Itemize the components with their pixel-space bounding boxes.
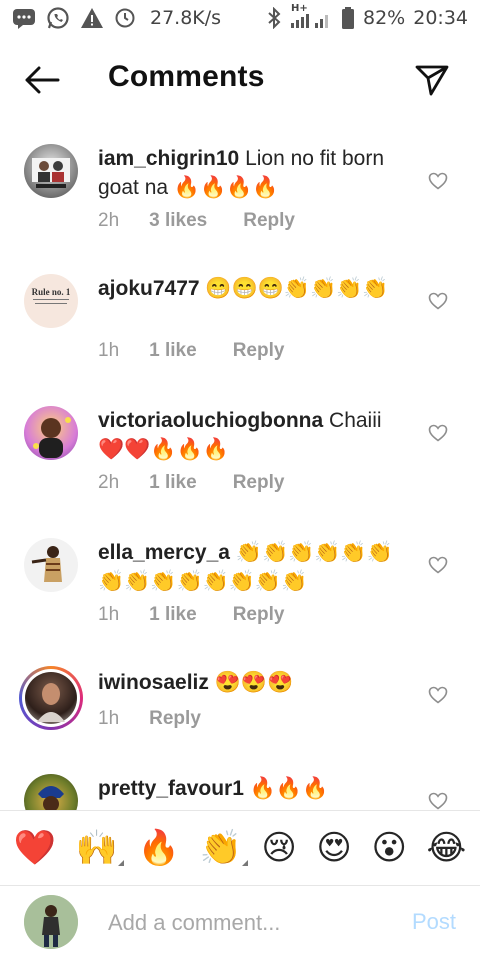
emoji-surprised-button[interactable]: 😮 <box>371 828 406 868</box>
timer-icon <box>114 7 136 29</box>
whatsapp-icon <box>46 6 70 30</box>
heart-outline-icon <box>428 792 448 810</box>
arrow-left-icon <box>25 66 60 94</box>
avatar[interactable]: Rule no. 1 <box>24 274 78 328</box>
bluetooth-icon <box>267 7 281 29</box>
comment-username[interactable]: ella_mercy_a <box>98 541 230 564</box>
like-button[interactable] <box>426 684 450 706</box>
warning-icon <box>80 7 104 29</box>
network-type: H+ <box>291 3 308 14</box>
emoji-raised-hands-button[interactable]: 🙌 <box>75 828 125 868</box>
like-button[interactable] <box>426 790 450 810</box>
share-button[interactable] <box>412 62 452 98</box>
chat-icon <box>12 7 36 29</box>
heart-outline-icon <box>428 172 448 190</box>
back-button[interactable] <box>22 62 62 98</box>
comment-text: 😁😁😁👏👏👏👏 <box>205 277 389 300</box>
page-title: Comments <box>108 60 265 93</box>
comment-likes[interactable]: 1 like <box>149 340 197 362</box>
emoji-quick-bar: ❤️ 🙌 🔥 👏 😢 😍 😮 😂 <box>0 810 480 886</box>
battery-level: 82% <box>363 7 406 29</box>
emoji-raised-hands-glyph: 🙌 <box>75 828 119 868</box>
comment-likes[interactable]: 1 like <box>149 604 197 626</box>
comment-time: 2h <box>98 472 120 493</box>
signal-icon: H+ <box>289 3 333 29</box>
story-avatar[interactable] <box>19 666 83 730</box>
emoji-laughing-button[interactable]: 😂 <box>426 828 466 868</box>
comment-username[interactable]: iam_chigrin10 <box>98 147 239 170</box>
avatar-text: Rule no. 1 <box>31 287 71 297</box>
network-speed: 27.8K/s <box>150 7 222 29</box>
comment-composer: Post <box>0 887 480 960</box>
post-button[interactable]: Post <box>412 909 456 935</box>
heart-outline-icon <box>428 686 448 704</box>
comment-username[interactable]: victoriaoluchiogbonna <box>98 409 323 432</box>
reply-button[interactable]: Reply <box>149 708 201 730</box>
reply-button[interactable]: Reply <box>233 340 285 362</box>
reply-button[interactable]: Reply <box>233 604 285 626</box>
comment-username[interactable]: pretty_favour1 <box>98 777 244 800</box>
emoji-crying-button[interactable]: 😢 <box>261 828 296 868</box>
skin-tone-indicator <box>241 860 248 866</box>
comment-text: 😍😍😍 <box>214 671 294 694</box>
paper-plane-icon <box>415 65 449 96</box>
like-button[interactable] <box>426 290 450 312</box>
comment-username[interactable]: iwinosaeliz <box>98 671 209 694</box>
heart-outline-icon <box>428 556 448 574</box>
comment-time: 1h <box>98 604 120 625</box>
comment-time: 1h <box>98 340 120 361</box>
emoji-heart-button[interactable]: ❤️ <box>14 828 56 868</box>
clock: 20:34 <box>413 7 468 29</box>
avatar[interactable] <box>24 144 78 198</box>
heart-outline-icon <box>428 424 448 442</box>
avatar[interactable] <box>24 406 78 460</box>
comment-username[interactable]: ajoku7477 <box>98 277 200 300</box>
skin-tone-indicator <box>118 860 125 866</box>
avatar[interactable] <box>24 538 78 592</box>
comment-time: 1h <box>98 708 120 729</box>
reply-button[interactable]: Reply <box>243 210 295 232</box>
comment-input[interactable] <box>108 905 378 941</box>
like-button[interactable] <box>426 422 450 444</box>
my-avatar <box>24 895 78 949</box>
comment-text: 🔥🔥🔥 <box>249 777 329 800</box>
battery-icon <box>341 6 355 30</box>
heart-outline-icon <box>428 292 448 310</box>
reply-button[interactable]: Reply <box>233 472 285 494</box>
emoji-heart-eyes-button[interactable]: 😍 <box>316 828 351 868</box>
comment-likes[interactable]: 1 like <box>149 472 197 494</box>
emoji-clap-glyph: 👏 <box>199 828 242 868</box>
emoji-fire-button[interactable]: 🔥 <box>138 828 180 868</box>
avatar[interactable] <box>24 774 78 810</box>
comment-list[interactable]: iam_chigrin10 Lion no fit born goat na 🔥… <box>0 130 480 810</box>
header: Comments <box>0 48 480 112</box>
like-button[interactable] <box>426 554 450 576</box>
status-bar: 27.8K/s H+ 82% 20:34 <box>0 0 480 36</box>
like-button[interactable] <box>426 170 450 192</box>
emoji-clap-button[interactable]: 👏 <box>199 828 248 868</box>
comment-time: 2h <box>98 210 120 231</box>
comment-likes[interactable]: 3 likes <box>149 210 207 232</box>
